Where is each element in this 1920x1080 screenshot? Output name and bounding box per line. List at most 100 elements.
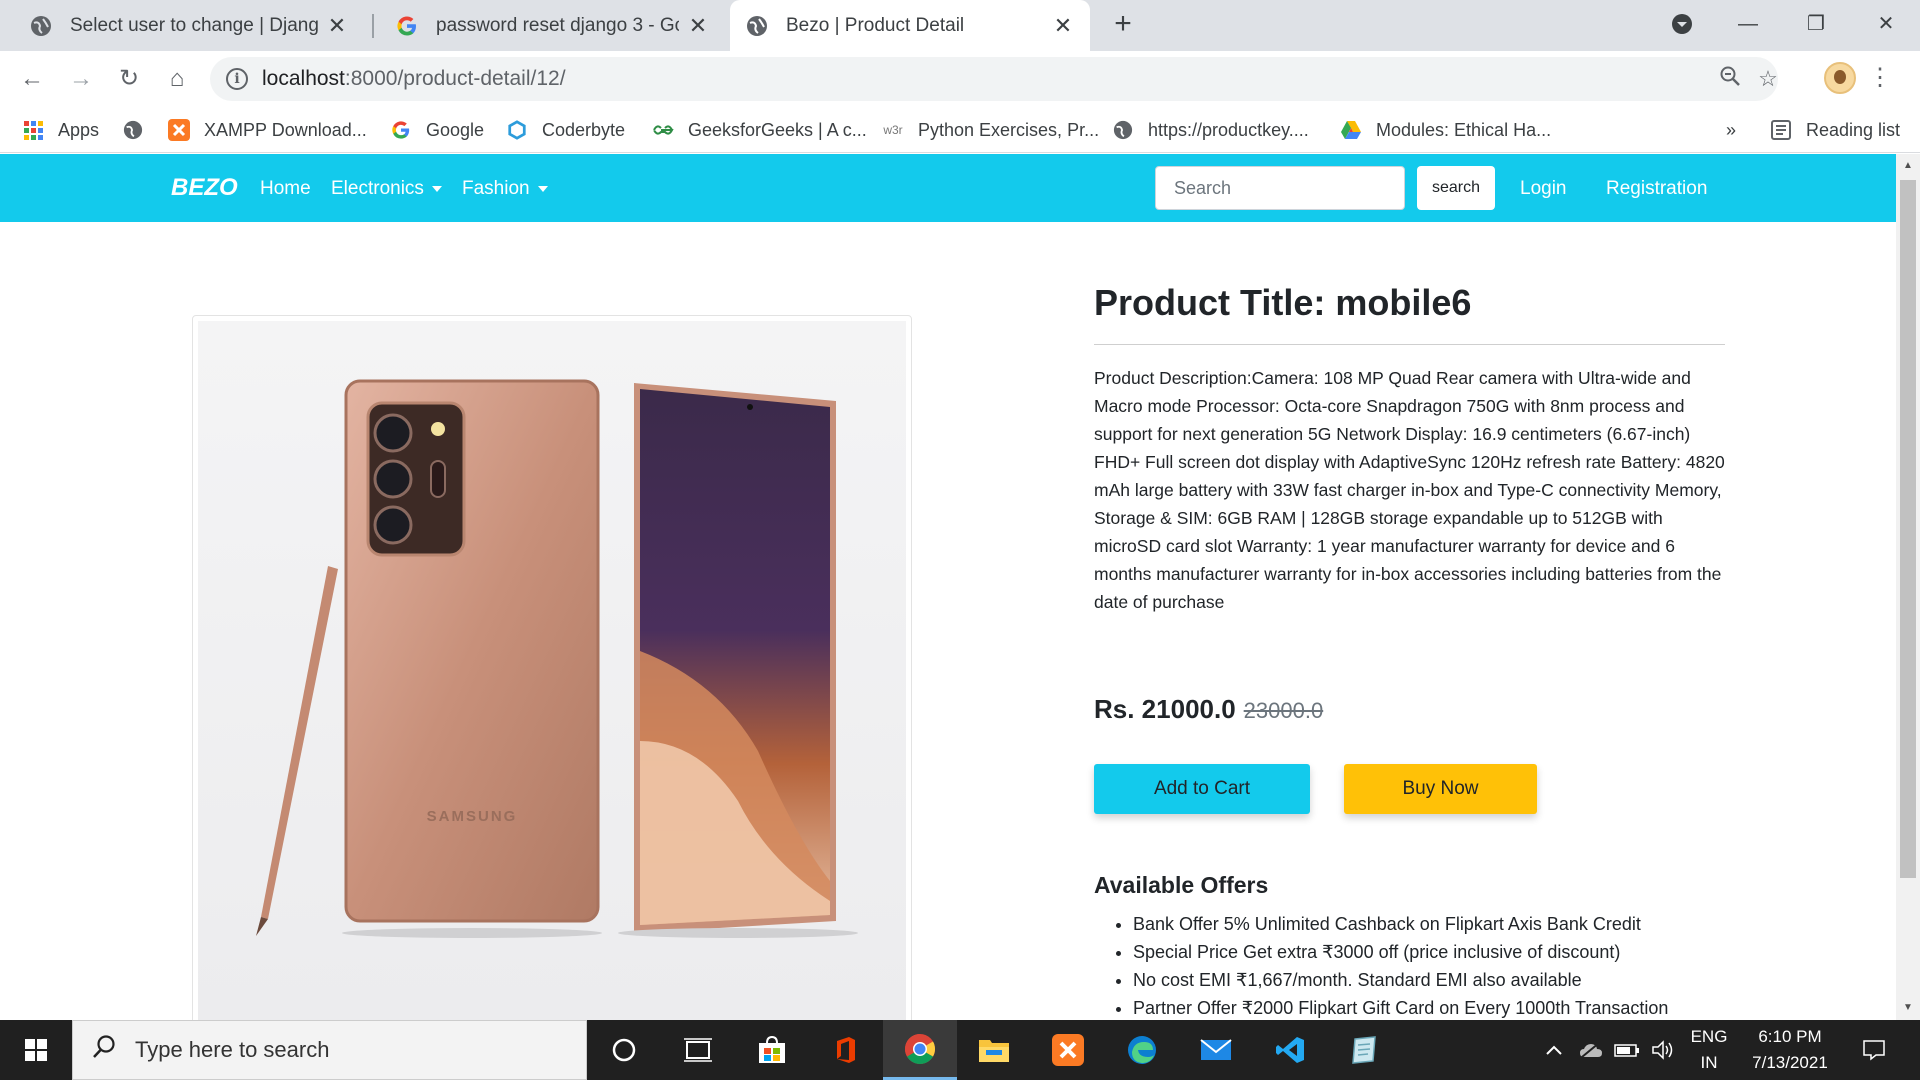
tab-django-admin[interactable]: Select user to change | Django si ✕ (14, 0, 364, 51)
vscode-icon[interactable] (1253, 1020, 1327, 1080)
tab-google-search[interactable]: password reset django 3 - Googl ✕ (380, 0, 725, 51)
tab-title: Select user to change | Django si (70, 14, 318, 36)
reload-icon[interactable]: ↻ (110, 60, 148, 98)
clock-date: 7/13/2021 (1752, 1053, 1828, 1072)
taskbar-search[interactable]: Type here to search (72, 1020, 587, 1080)
buy-now-button[interactable]: Buy Now (1344, 764, 1537, 814)
close-icon[interactable]: ✕ (326, 13, 348, 39)
cortana-icon[interactable] (587, 1020, 661, 1080)
google-icon (396, 15, 418, 37)
site-brand[interactable]: BEZO (171, 174, 238, 202)
close-icon[interactable]: ✕ (687, 13, 709, 39)
product-image[interactable]: SAMSUNG (198, 321, 906, 1020)
offer-item: Bank Offer 5% Unlimited Cashback on Flip… (1133, 910, 1668, 938)
nav-electronics-dropdown[interactable]: Electronics (331, 178, 442, 200)
bookmark-label: GeeksforGeeks | A c... (688, 119, 867, 140)
offer-item: Partner Offer ₹2000 Flipkart Gift Card o… (1133, 994, 1668, 1020)
search-button[interactable]: search (1417, 166, 1495, 210)
bookmark-productkey[interactable]: https://productkey.... (1112, 114, 1309, 146)
bookmark-xampp[interactable]: XAMPP Download... (168, 114, 367, 146)
more-menu-icon[interactable]: ⋮ (1868, 60, 1892, 96)
notification-icon[interactable] (1852, 1020, 1896, 1080)
geeksforgeeks-icon (652, 119, 674, 141)
windows-logo-icon (25, 1039, 47, 1061)
bookmark-apps[interactable]: Apps (22, 114, 99, 146)
caret-down-icon (537, 185, 548, 192)
tab-separator (372, 14, 374, 38)
reading-list-label: Reading list (1806, 119, 1901, 140)
back-arrow-icon[interactable]: ← (13, 60, 51, 98)
browser-tabstrip: Select user to change | Django si ✕ pass… (0, 0, 1920, 51)
profile-avatar[interactable] (1824, 62, 1856, 94)
globe-icon (122, 119, 144, 141)
globe-icon (30, 15, 52, 37)
bookmark-globe[interactable] (122, 114, 158, 146)
nav-registration[interactable]: Registration (1606, 178, 1707, 200)
forward-arrow-icon[interactable]: → (62, 60, 100, 98)
scroll-up-icon[interactable]: ▲ (1896, 154, 1920, 178)
region-code: IN (1700, 1053, 1718, 1072)
bookmark-w3resource[interactable]: w3r Python Exercises, Pr... (882, 114, 1099, 146)
bookmark-coderbyte[interactable]: Coderbyte (506, 114, 625, 146)
close-icon[interactable]: ✕ (1052, 13, 1074, 39)
globe-icon (1112, 119, 1134, 141)
notepad-icon[interactable] (1327, 1020, 1401, 1080)
edge-icon[interactable] (1105, 1020, 1179, 1080)
file-explorer-icon[interactable] (957, 1020, 1031, 1080)
onedrive-icon[interactable] (1574, 1020, 1608, 1080)
info-icon[interactable]: i (226, 68, 248, 90)
caret-down-icon (431, 185, 442, 192)
web-page: BEZO Home Electronics Fashion Search sea… (0, 154, 1896, 1020)
bookmark-google[interactable]: Google (390, 114, 484, 146)
microsoft-store-icon[interactable] (735, 1020, 809, 1080)
page-scrollbar[interactable]: ▲ ▼ (1896, 154, 1920, 1020)
url-text[interactable]: localhost:8000/product-detail/12/ (262, 67, 566, 91)
bookmarks-overflow-button[interactable]: » (1726, 114, 1736, 146)
new-tab-button[interactable]: + (1105, 6, 1141, 42)
clock[interactable]: 6:10 PM 7/13/2021 (1740, 1024, 1840, 1076)
search-input[interactable]: Search (1155, 166, 1405, 210)
task-view-icon[interactable] (661, 1020, 735, 1080)
tab-title: password reset django 3 - Googl (436, 14, 679, 36)
bookmark-label: Apps (58, 119, 100, 140)
office-icon[interactable] (809, 1020, 883, 1080)
bookmark-geeksforgeeks[interactable]: GeeksforGeeks | A c... (652, 114, 867, 146)
volume-icon[interactable] (1646, 1020, 1680, 1080)
nav-login[interactable]: Login (1520, 178, 1567, 200)
samsung-logo: SAMSUNG (427, 808, 518, 825)
bookmarks-bar: Apps XAMPP Download... Google Coderbyte … (0, 106, 1920, 153)
google-icon (390, 119, 412, 141)
bookmark-modules[interactable]: Modules: Ethical Ha... (1340, 114, 1551, 146)
offer-item: Special Price Get extra ₹3000 off (price… (1133, 938, 1668, 966)
zoom-icon[interactable] (1716, 65, 1744, 93)
home-icon[interactable]: ⌂ (158, 60, 196, 98)
site-navbar: BEZO Home Electronics Fashion Search sea… (0, 154, 1896, 222)
search-icon (91, 1034, 117, 1067)
w3r-icon: w3r (883, 123, 903, 137)
scroll-thumb[interactable] (1900, 180, 1916, 878)
xampp-icon[interactable] (1031, 1020, 1105, 1080)
chrome-icon[interactable] (883, 1020, 957, 1080)
tab-bezo-product[interactable]: Bezo | Product Detail ✕ (730, 0, 1090, 51)
scroll-down-icon[interactable]: ▼ (1896, 996, 1920, 1020)
add-to-cart-button[interactable]: Add to Cart (1094, 764, 1310, 814)
reading-list-button[interactable]: Reading list (1770, 114, 1900, 146)
window-close-icon[interactable]: ✕ (1866, 6, 1906, 42)
nav-fashion-dropdown[interactable]: Fashion (462, 178, 548, 200)
taskbar-search-placeholder: Type here to search (135, 1037, 330, 1062)
address-bar[interactable]: i localhost:8000/product-detail/12/ ☆ (210, 57, 1778, 101)
start-button[interactable] (0, 1020, 72, 1080)
language-indicator[interactable]: ENG IN (1684, 1024, 1734, 1076)
bookmark-star-icon[interactable]: ☆ (1754, 65, 1782, 93)
show-hidden-icons-chevron[interactable] (1538, 1020, 1570, 1080)
mail-icon[interactable] (1179, 1020, 1253, 1080)
tab-search-icon[interactable] (1662, 6, 1702, 42)
xampp-icon (168, 119, 190, 141)
battery-icon[interactable] (1610, 1020, 1644, 1080)
nav-home[interactable]: Home (260, 178, 311, 200)
restore-icon[interactable]: ❐ (1796, 6, 1836, 42)
offer-item: No cost EMI ₹1,667/month. Standard EMI a… (1133, 966, 1668, 994)
url-host: localhost (262, 67, 345, 90)
minimize-icon[interactable]: — (1728, 6, 1768, 42)
apps-grid-icon (22, 119, 44, 141)
